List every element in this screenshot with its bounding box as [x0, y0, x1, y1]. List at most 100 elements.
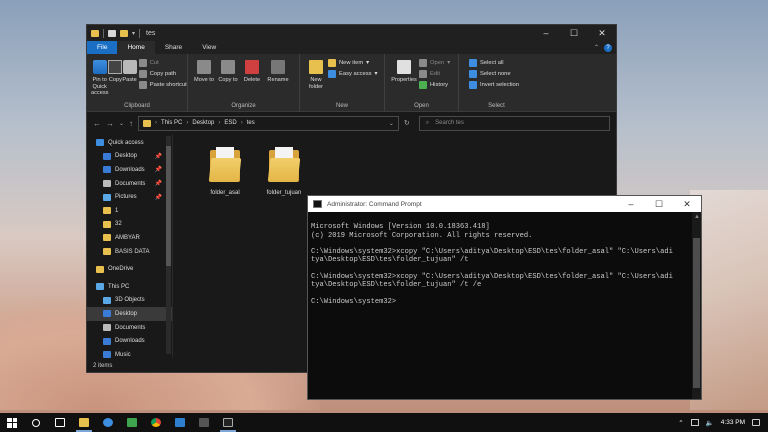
- select-all-button[interactable]: Select all: [469, 59, 519, 67]
- nav-documents-pc[interactable]: Documents: [87, 321, 172, 335]
- scroll-up-icon[interactable]: ▲: [694, 214, 700, 220]
- console-line: Microsoft Windows [Version 10.0.18363.41…: [311, 223, 490, 232]
- nav-folder-1[interactable]: 1: [87, 204, 172, 218]
- app-icon: [127, 418, 137, 427]
- volume-icon[interactable]: 🔈: [706, 419, 714, 427]
- breadcrumb-desktop[interactable]: Desktop: [192, 120, 214, 126]
- invert-selection-button[interactable]: Invert selection: [469, 81, 519, 89]
- taskbar-app-chrome[interactable]: [144, 413, 168, 432]
- paste-shortcut-button[interactable]: Paste shortcut: [138, 81, 187, 89]
- up-button[interactable]: ↑: [129, 119, 133, 128]
- 3d-objects-icon: [103, 296, 111, 304]
- move-to-button[interactable]: Move to: [192, 58, 216, 84]
- open-button[interactable]: Open ▾: [419, 59, 450, 67]
- rename-button[interactable]: Rename: [264, 58, 292, 84]
- notifications-icon[interactable]: [752, 419, 760, 426]
- nav-pictures[interactable]: Pictures 📌: [87, 190, 172, 204]
- network-icon[interactable]: [690, 419, 699, 426]
- folder-item-asal[interactable]: folder_asal: [198, 146, 252, 196]
- nav-desktop[interactable]: Desktop 📌: [87, 150, 172, 164]
- console-prompt[interactable]: C:\Windows\system32>: [311, 298, 689, 306]
- nav-folder-32[interactable]: 32: [87, 218, 172, 232]
- tab-file[interactable]: File: [87, 41, 118, 54]
- command-prompt-window[interactable]: Administrator: Command Prompt – ☐ ✕ Micr…: [307, 195, 702, 400]
- item-count: 2 items: [93, 362, 113, 369]
- explorer-titlebar[interactable]: ▾ tes – ☐ ✕: [87, 25, 616, 41]
- chevron-up-icon[interactable]: ⌃: [678, 419, 683, 427]
- close-button[interactable]: ✕: [673, 196, 701, 212]
- taskbar-app-photos[interactable]: [168, 413, 192, 432]
- taskbar: ⌃ 🔈 4:33 PM: [0, 413, 768, 432]
- refresh-button[interactable]: ↻: [404, 119, 410, 127]
- search-button[interactable]: [24, 413, 48, 432]
- tab-view[interactable]: View: [192, 41, 226, 54]
- nav-onedrive[interactable]: OneDrive: [87, 262, 172, 276]
- taskbar-app-dark[interactable]: [192, 413, 216, 432]
- address-bar[interactable]: › This PC › Desktop › ESD › tes ⌄: [138, 115, 399, 131]
- taskbar-cmd[interactable]: [216, 413, 240, 432]
- start-button[interactable]: [0, 413, 24, 432]
- collapse-ribbon-icon[interactable]: ⌃: [594, 44, 599, 51]
- nav-folder-basis-data[interactable]: BASIS DATA: [87, 245, 172, 259]
- easy-access-button[interactable]: Easy access ▾: [328, 70, 377, 78]
- copy-path-icon: [138, 70, 147, 78]
- nav-scrollbar[interactable]: [166, 136, 171, 354]
- cmd-titlebar[interactable]: Administrator: Command Prompt – ☐ ✕: [308, 196, 701, 212]
- taskbar-browser[interactable]: [96, 413, 120, 432]
- nav-documents[interactable]: Documents 📌: [87, 177, 172, 191]
- new-folder-icon: [309, 60, 323, 74]
- recent-locations-button[interactable]: ⌄: [119, 120, 124, 127]
- desktop-icon: [103, 152, 111, 160]
- new-item-button[interactable]: New item ▾: [328, 59, 377, 67]
- nav-downloads[interactable]: Downloads 📌: [87, 163, 172, 177]
- maximize-button[interactable]: ☐: [560, 25, 588, 41]
- search-input[interactable]: ⌕ Search tes: [418, 115, 610, 131]
- maximize-button[interactable]: ☐: [645, 196, 673, 212]
- scrollbar-thumb[interactable]: [166, 146, 171, 266]
- help-icon[interactable]: ?: [604, 43, 612, 52]
- delete-button[interactable]: Delete: [240, 58, 264, 84]
- nav-folder-ambyar[interactable]: AMBYAR: [87, 231, 172, 245]
- copy-to-button[interactable]: Copy to: [216, 58, 240, 84]
- nav-3d-objects[interactable]: 3D Objects: [87, 294, 172, 308]
- chevron-down-icon[interactable]: ▾: [132, 30, 135, 37]
- scrollbar-thumb[interactable]: [693, 238, 700, 388]
- folder-item-tujuan[interactable]: folder_tujuan: [257, 146, 311, 196]
- tab-home[interactable]: Home: [117, 41, 155, 54]
- cmd-scrollbar[interactable]: ▲: [692, 212, 701, 399]
- select-none-button[interactable]: Select none: [469, 70, 519, 78]
- breadcrumb-esd[interactable]: ESD: [224, 120, 236, 126]
- nav-downloads-pc[interactable]: Downloads: [87, 334, 172, 348]
- new-folder-quick-icon[interactable]: [120, 29, 128, 37]
- close-button[interactable]: ✕: [588, 25, 616, 41]
- edit-button[interactable]: Edit: [419, 70, 450, 78]
- taskbar-app-green[interactable]: [120, 413, 144, 432]
- minimize-button[interactable]: –: [617, 196, 645, 212]
- back-button[interactable]: ←: [93, 119, 101, 128]
- copy-path-button[interactable]: Copy path: [138, 70, 187, 78]
- nav-this-pc[interactable]: This PC: [87, 280, 172, 294]
- console-output[interactable]: Microsoft Windows [Version 10.0.18363.41…: [308, 212, 701, 323]
- cut-button[interactable]: Cut: [138, 59, 187, 67]
- pin-to-quick-access-button[interactable]: Pin to Quick access: [91, 58, 108, 97]
- history-button[interactable]: History: [419, 81, 450, 89]
- copy-button[interactable]: Copy: [108, 58, 123, 84]
- properties-quick-icon[interactable]: [108, 29, 116, 37]
- paste-button[interactable]: Paste: [122, 58, 137, 84]
- folder-icon: [103, 207, 111, 215]
- nav-quick-access[interactable]: Quick access: [87, 136, 172, 150]
- clock[interactable]: 4:33 PM: [721, 419, 745, 426]
- forward-button[interactable]: →: [106, 119, 114, 128]
- properties-button[interactable]: Properties: [389, 58, 419, 84]
- breadcrumb-this-pc[interactable]: This PC: [161, 120, 182, 126]
- navigation-pane[interactable]: Quick access Desktop 📌 Downloads 📌 Documen…: [87, 134, 173, 359]
- system-tray: ⌃ 🔈 4:33 PM: [678, 419, 768, 427]
- breadcrumb-tes[interactable]: tes: [247, 120, 255, 126]
- minimize-button[interactable]: –: [532, 25, 560, 41]
- taskbar-file-explorer[interactable]: [72, 413, 96, 432]
- task-view-button[interactable]: [48, 413, 72, 432]
- tab-share[interactable]: Share: [155, 41, 192, 54]
- address-dropdown-icon[interactable]: ⌄: [389, 120, 394, 127]
- nav-desktop-pc[interactable]: Desktop: [87, 307, 172, 321]
- new-folder-button[interactable]: New folder: [304, 58, 328, 90]
